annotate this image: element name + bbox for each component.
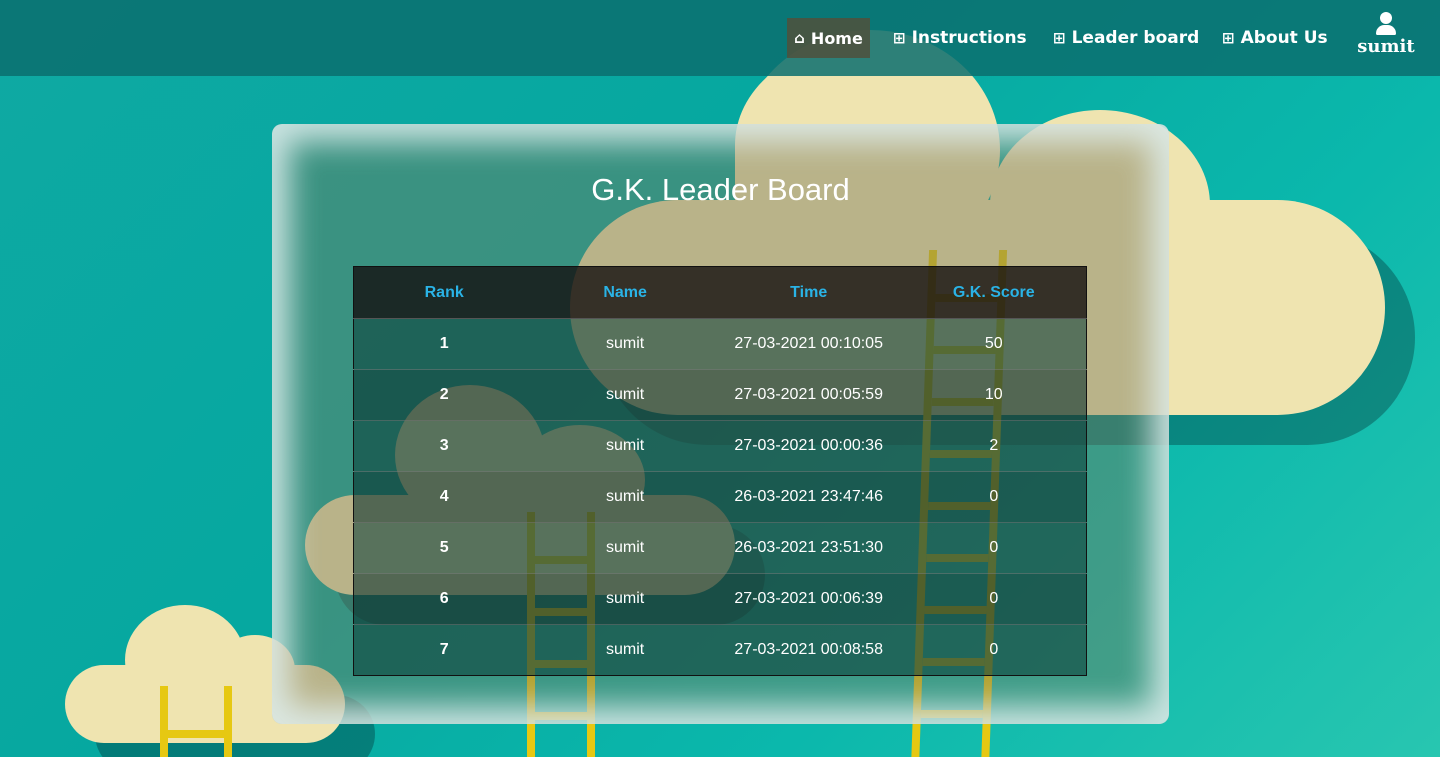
background-ladder [160,686,232,757]
cell-name: sumit [534,573,716,625]
cell-time: 26-03-2021 23:47:46 [715,471,902,523]
cell-name: sumit [534,420,716,472]
cell-rank: 5 [353,522,535,574]
cell-rank: 6 [353,573,535,625]
cell-score: 2 [901,420,1087,472]
column-header-rank: Rank [353,266,535,319]
cell-score: 0 [901,573,1087,625]
table-row: 3 sumit 27-03-2021 00:00:36 2 [353,420,1087,472]
user-name: sumit [1357,36,1415,57]
cell-score: 10 [901,369,1087,421]
table-header-row: Rank Name Time G.K. Score [353,266,1087,319]
nav-leaderboard-label: Leader board [1071,28,1200,48]
cell-score: 50 [901,318,1087,370]
top-navbar: ⌂ Home ⊞ Instructions ⊞ Leader board ⊞ A… [0,0,1440,76]
cell-score: 0 [901,624,1087,676]
home-icon: ⌂ [794,29,805,47]
table-icon: ⊞ [1053,29,1066,47]
nav-about-link[interactable]: ⊞ About Us [1222,18,1328,58]
table-icon: ⊞ [893,29,906,47]
cell-time: 27-03-2021 00:05:59 [715,369,902,421]
cell-rank: 7 [353,624,535,676]
table-row: 5 sumit 26-03-2021 23:51:30 0 [353,522,1087,574]
nav-home-link[interactable]: ⌂ Home [787,18,870,58]
cell-time: 27-03-2021 00:10:05 [715,318,902,370]
table-icon: ⊞ [1222,29,1235,47]
cell-name: sumit [534,624,716,676]
table-row: 7 sumit 27-03-2021 00:08:58 0 [353,624,1087,676]
table-row: 4 sumit 26-03-2021 23:47:46 0 [353,471,1087,523]
cell-name: sumit [534,369,716,421]
user-profile[interactable]: sumit [1356,12,1416,57]
table-row: 1 sumit 27-03-2021 00:10:05 50 [353,318,1087,370]
table-row: 6 sumit 27-03-2021 00:06:39 0 [353,573,1087,625]
user-icon [1375,12,1397,36]
cell-name: sumit [534,318,716,370]
nav-leaderboard-link[interactable]: ⊞ Leader board [1053,18,1199,58]
table-row: 2 sumit 27-03-2021 00:05:59 10 [353,369,1087,421]
cell-rank: 2 [353,369,535,421]
nav-instructions-link[interactable]: ⊞ Instructions [893,18,1027,58]
cell-rank: 1 [353,318,535,370]
cell-time: 26-03-2021 23:51:30 [715,522,902,574]
cell-name: sumit [534,471,716,523]
column-header-name: Name [534,266,716,319]
page-title: G.K. Leader Board [591,172,850,207]
leaderboard-table: Rank Name Time G.K. Score 1 sumit 27-03-… [353,266,1087,676]
cell-time: 27-03-2021 00:00:36 [715,420,902,472]
column-header-time: Time [715,266,902,319]
nav-home-label: Home [810,28,863,48]
nav-instructions-label: Instructions [911,28,1027,48]
cell-name: sumit [534,522,716,574]
leaderboard-panel: G.K. Leader Board Rank Name Time G.K. Sc… [272,124,1169,724]
cell-rank: 3 [353,420,535,472]
nav-about-label: About Us [1240,28,1328,48]
cell-time: 27-03-2021 00:08:58 [715,624,902,676]
cell-time: 27-03-2021 00:06:39 [715,573,902,625]
cell-rank: 4 [353,471,535,523]
column-header-score: G.K. Score [901,266,1087,319]
cell-score: 0 [901,471,1087,523]
cell-score: 0 [901,522,1087,574]
